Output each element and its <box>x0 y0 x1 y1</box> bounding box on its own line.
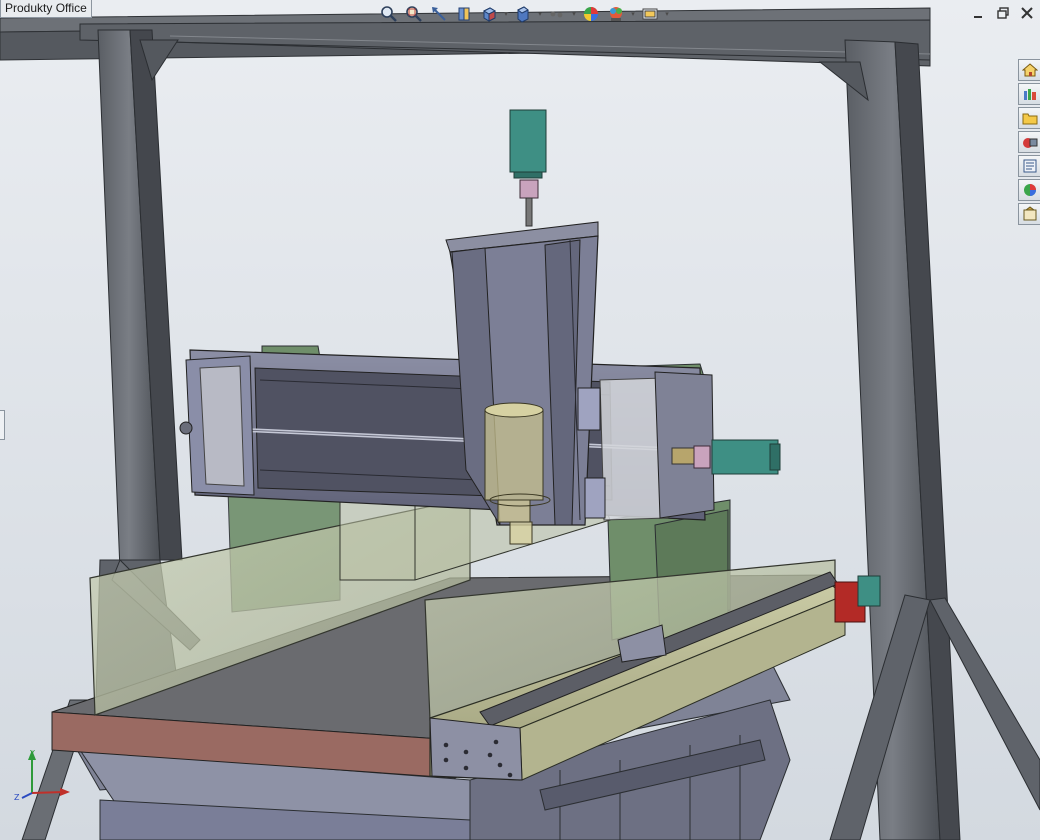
section-view-icon[interactable] <box>453 4 475 24</box>
svg-text:Z: Z <box>14 793 20 802</box>
heads-up-view-toolbar: ▾ ▾ ▾ ▾ ▾ <box>378 3 670 25</box>
properties-icon[interactable] <box>1018 155 1040 177</box>
appearance-icon[interactable] <box>580 4 602 24</box>
zoom-fit-icon[interactable] <box>378 4 400 24</box>
gantry-x-beam <box>179 349 715 521</box>
feature-manager-collapse-handle[interactable] <box>0 410 5 440</box>
scene-icon[interactable] <box>605 4 627 24</box>
restore-icon[interactable] <box>994 4 1012 22</box>
window-controls <box>970 4 1036 22</box>
view-settings-dropdown-icon[interactable]: ▾ <box>664 4 670 24</box>
cnc-model-scene[interactable] <box>0 0 1040 840</box>
scene-dropdown-icon[interactable]: ▾ <box>630 4 636 24</box>
view-orientation-dropdown-icon[interactable]: ▾ <box>503 4 509 24</box>
svg-text:Y: Y <box>29 749 35 758</box>
custom-properties-icon[interactable] <box>1018 203 1040 225</box>
reference-triad: Y Z <box>14 749 70 802</box>
view-orientation-icon[interactable] <box>478 4 500 24</box>
graphics-viewport[interactable]: Produkty Office ▾ ▾ ▾ ▾ ▾ Y Z <box>0 0 1040 840</box>
view-settings-icon[interactable] <box>639 4 661 24</box>
view-palette-icon[interactable] <box>1018 131 1040 153</box>
task-pane-tabs <box>1018 59 1040 225</box>
office-products-label: Produkty Office <box>5 1 87 15</box>
folder-icon[interactable] <box>1018 107 1040 129</box>
zoom-area-icon[interactable] <box>403 4 425 24</box>
minimize-icon[interactable] <box>970 4 988 22</box>
close-icon[interactable] <box>1018 4 1036 22</box>
hide-show-icon[interactable] <box>546 4 568 24</box>
library-icon[interactable] <box>1018 83 1040 105</box>
appearances-icon[interactable] <box>1018 179 1040 201</box>
display-style-icon[interactable] <box>512 4 534 24</box>
hide-show-dropdown-icon[interactable]: ▾ <box>571 4 577 24</box>
home-icon[interactable] <box>1018 59 1040 81</box>
display-style-dropdown-icon[interactable]: ▾ <box>537 4 543 24</box>
previous-view-icon[interactable] <box>428 4 450 24</box>
office-products-tab[interactable]: Produkty Office <box>0 0 92 18</box>
